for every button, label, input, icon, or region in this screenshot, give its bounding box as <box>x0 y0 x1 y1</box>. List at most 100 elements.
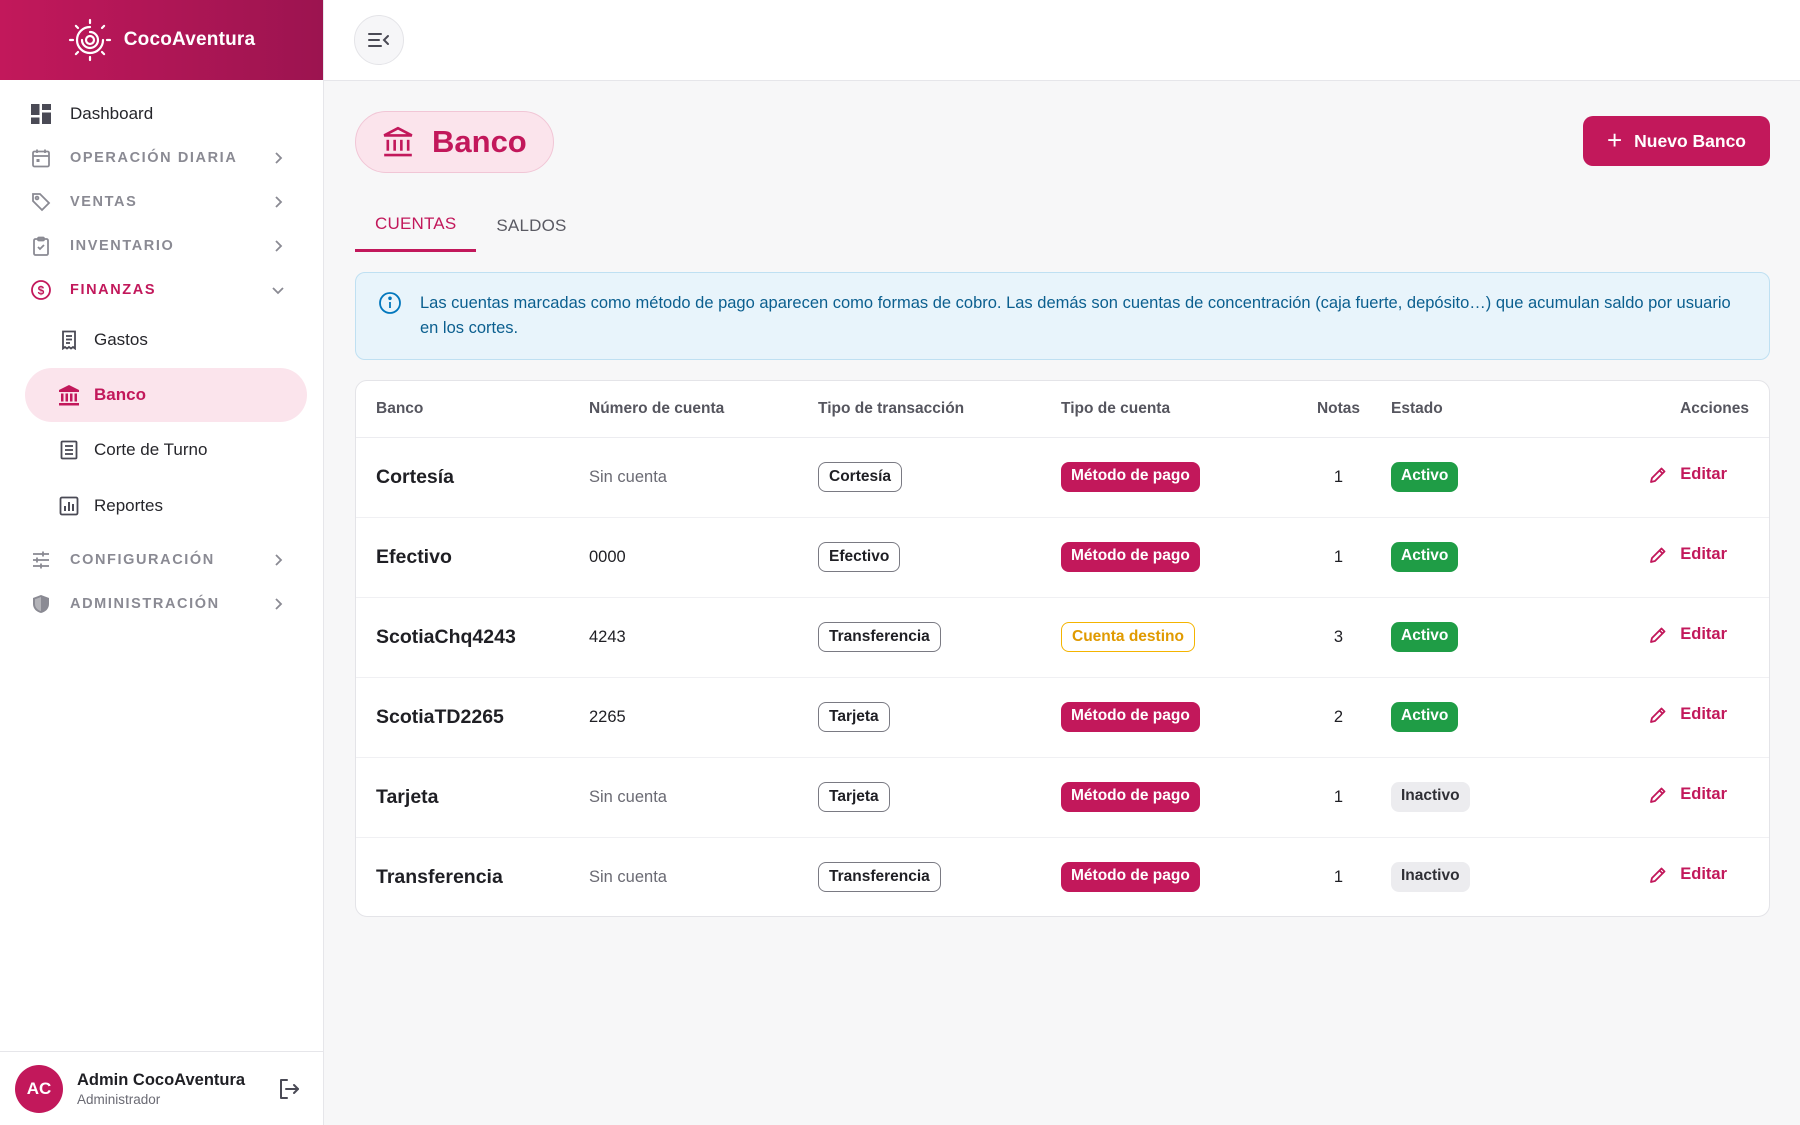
sidebar-item-label: Corte de Turno <box>94 440 208 459</box>
transaction-type-chip: Tarjeta <box>818 702 890 732</box>
status-badge: Activo <box>1391 462 1459 492</box>
notes-count: 1 <box>1286 757 1391 838</box>
plus-icon: + <box>1606 125 1623 155</box>
status-badge: Activo <box>1391 702 1459 732</box>
status-badge: Inactivo <box>1391 782 1470 812</box>
bank-icon <box>58 384 80 406</box>
menu-collapse-button[interactable] <box>354 15 404 65</box>
clipboard-icon <box>30 235 52 257</box>
edit-button[interactable]: Editar <box>1648 785 1727 805</box>
pencil-icon <box>1650 467 1666 483</box>
new-bank-button[interactable]: + Nuevo Banco <box>1582 116 1770 166</box>
account-number: 2265 <box>589 677 818 758</box>
receipt-icon <box>58 329 80 351</box>
avatar[interactable]: AC <box>15 1064 63 1113</box>
sidebar-nav: Dashboard OPERACIÓN DIARIA VENTAS INVENT… <box>0 80 323 626</box>
user-panel: AC Admin CocoAventura Administrador <box>0 1051 323 1125</box>
column-header-tipo-cuenta: Tipo de cuenta <box>1061 381 1286 438</box>
sidebar-item-dashboard[interactable]: Dashboard <box>0 92 323 136</box>
column-header-notas: Notas <box>1286 381 1391 438</box>
logout-icon[interactable] <box>277 1077 301 1101</box>
account-number: Sin cuenta <box>589 867 667 886</box>
accounts-table: Banco Número de cuenta Tipo de transacci… <box>356 381 1769 916</box>
pencil-icon <box>1650 547 1666 563</box>
transaction-type-chip: Efectivo <box>818 542 901 572</box>
brand-header[interactable]: CocoAventura <box>0 0 323 80</box>
tab-saldos[interactable]: SALDOS <box>476 199 586 252</box>
account-number: Sin cuenta <box>589 757 818 838</box>
edit-label: Editar <box>1680 865 1727 884</box>
edit-button[interactable]: Editar <box>1648 865 1727 885</box>
bank-name: ScotiaTD2265 <box>376 705 504 728</box>
chevron-right-icon <box>275 598 283 610</box>
tabs: CUENTAS SALDOS <box>355 199 587 252</box>
table-header-row: Banco Número de cuenta Tipo de transacci… <box>356 381 1769 438</box>
accounts-table-card: Banco Número de cuenta Tipo de transacci… <box>355 380 1770 917</box>
edit-button[interactable]: Editar <box>1648 465 1727 485</box>
sidebar-section-ventas[interactable]: VENTAS <box>0 180 323 224</box>
edit-button[interactable]: Editar <box>1648 625 1727 645</box>
sidebar-item-gastos[interactable]: Gastos <box>0 312 323 368</box>
sidebar-item-banco[interactable]: Banco <box>25 368 307 422</box>
sidebar: CocoAventura Dashboard OPERACIÓN DIARIA … <box>0 0 324 1125</box>
sidebar-section-inventario[interactable]: INVENTARIO <box>0 224 323 268</box>
account-number: 4243 <box>589 597 818 678</box>
sidebar-section-configuracion[interactable]: CONFIGURACIÓN <box>0 538 323 582</box>
sidebar-section-label: CONFIGURACIÓN <box>70 552 215 568</box>
account-type-chip: Método de pago <box>1061 782 1200 812</box>
transaction-type-chip: Transferencia <box>818 622 941 652</box>
status-badge: Inactivo <box>1391 862 1470 893</box>
tab-cuentas[interactable]: CUENTAS <box>355 199 477 252</box>
tag-icon <box>30 191 52 213</box>
account-type-chip: Método de pago <box>1061 462 1200 492</box>
table-row: Efectivo 0000 Efectivo Método de pago 1 … <box>356 517 1769 598</box>
account-type-chip: Método de pago <box>1061 702 1200 732</box>
sidebar-section-label: OPERACIÓN DIARIA <box>70 150 238 166</box>
table-row: ScotiaTD2265 2265 Tarjeta Método de pago… <box>356 677 1769 758</box>
account-type-chip: Método de pago <box>1061 862 1200 893</box>
sidebar-section-label: ADMINISTRACIÓN <box>70 596 220 612</box>
transaction-type-chip: Cortesía <box>818 462 903 492</box>
page-title: Banco <box>432 124 527 159</box>
new-bank-label: Nuevo Banco <box>1634 130 1746 151</box>
edit-label: Editar <box>1680 625 1727 643</box>
table-row: Cortesía Sin cuenta Cortesía Método de p… <box>356 437 1769 518</box>
bank-name: ScotiaChq4243 <box>376 625 516 648</box>
user-name: Admin CocoAventura <box>77 1070 246 1089</box>
account-number: Sin cuenta <box>589 437 818 518</box>
sliders-icon <box>30 549 52 571</box>
main-content: Banco + Nuevo Banco CUENTAS SALDOS Las c… <box>324 81 1800 1125</box>
notes-count: 1 <box>1333 867 1344 886</box>
edit-button[interactable]: Editar <box>1648 545 1727 565</box>
sidebar-section-operacion-diaria[interactable]: OPERACIÓN DIARIA <box>0 136 323 180</box>
menu-collapse-icon <box>368 33 389 47</box>
table-row: ScotiaChq4243 4243 Transferencia Cuenta … <box>356 597 1769 678</box>
sidebar-section-label: FINANZAS <box>70 282 157 298</box>
sidebar-item-label: Gastos <box>94 330 148 349</box>
sidebar-section-finanzas[interactable]: $ FINANZAS <box>0 268 323 312</box>
app-name: CocoAventura <box>123 29 256 50</box>
info-text: Las cuentas marcadas como método de pago… <box>420 294 1731 337</box>
chevron-right-icon <box>275 152 283 164</box>
sidebar-item-label: Banco <box>94 385 146 404</box>
user-role: Administrador <box>77 1091 161 1107</box>
sidebar-item-reportes[interactable]: Reportes <box>0 478 323 534</box>
sidebar-item-label: Dashboard <box>70 104 154 123</box>
edit-button[interactable]: Editar <box>1648 705 1727 725</box>
info-alert: Las cuentas marcadas como método de pago… <box>355 272 1770 360</box>
chevron-right-icon <box>275 240 283 252</box>
document-icon <box>58 439 80 461</box>
bank-name: Tarjeta <box>376 785 439 808</box>
pencil-icon <box>1650 867 1666 883</box>
column-header-estado: Estado <box>1391 381 1561 438</box>
sidebar-item-corte-de-turno[interactable]: Corte de Turno <box>0 422 323 478</box>
sidebar-section-administracion[interactable]: ADMINISTRACIÓN <box>0 582 323 626</box>
column-header-banco: Banco <box>356 381 589 438</box>
edit-label: Editar <box>1680 545 1727 563</box>
notes-count: 1 <box>1286 437 1391 518</box>
sun-spiral-logo-icon <box>68 18 111 62</box>
info-icon <box>379 292 401 314</box>
edit-label: Editar <box>1680 785 1727 803</box>
calendar-icon <box>30 147 52 169</box>
notes-count: 2 <box>1286 677 1391 758</box>
